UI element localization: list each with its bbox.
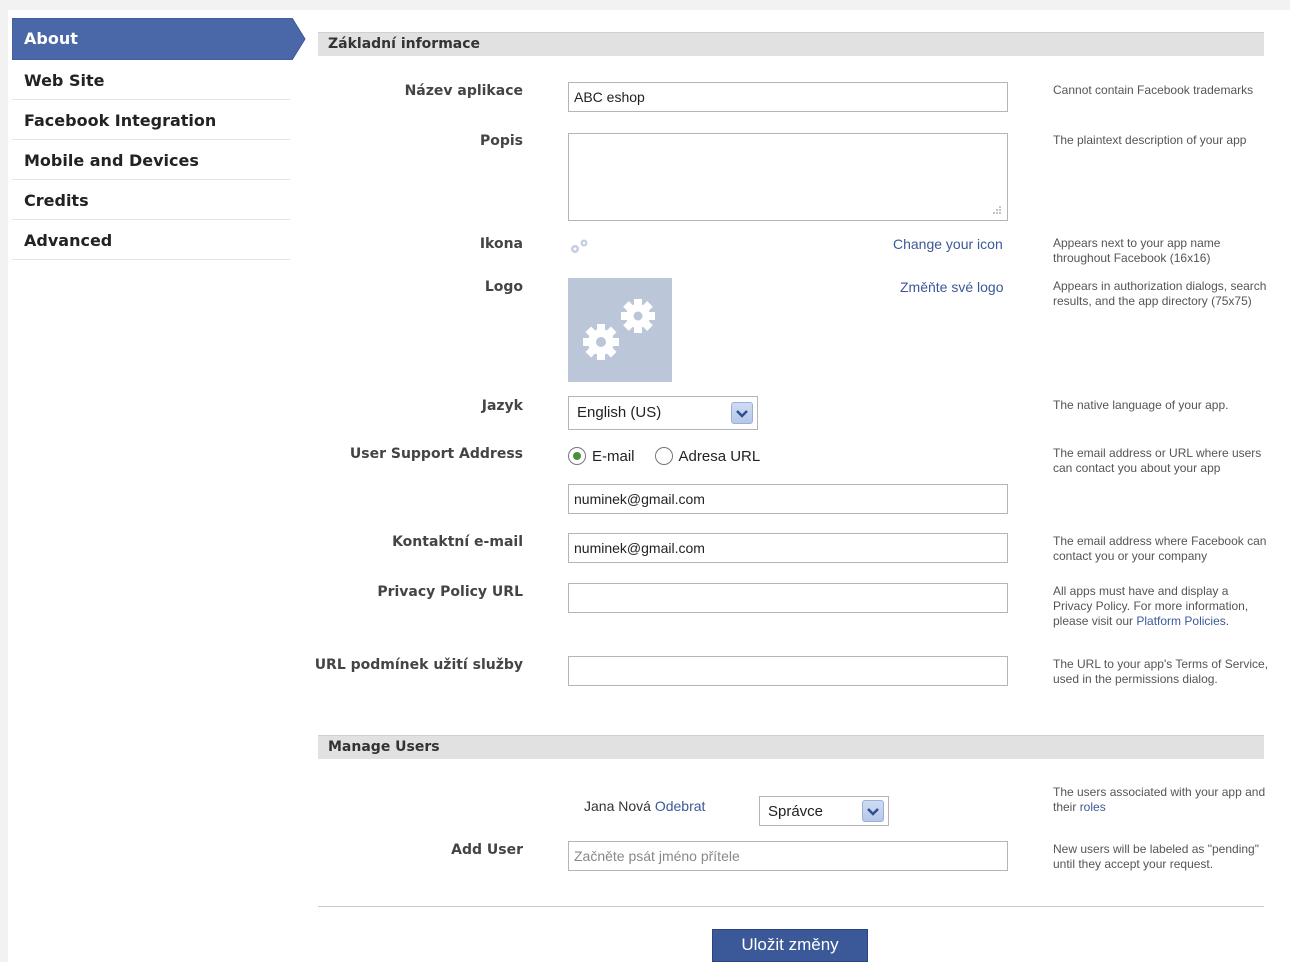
app-name-input[interactable]: ABC eshop <box>568 82 1008 112</box>
add-user-label: Add User <box>451 842 523 858</box>
sidebar-item-mobile-and-devices[interactable]: Mobile and Devices <box>12 140 290 180</box>
section-header-users: Manage Users <box>318 735 1264 759</box>
add-user-help: New users will be labeled as "pending" u… <box>1053 842 1259 871</box>
app-name-help: Cannot contain Facebook trademarks <box>1053 83 1254 97</box>
sidebar: About Web Site Facebook Integration Mobi… <box>12 18 306 260</box>
change-icon-link[interactable]: Change your icon <box>893 236 1003 252</box>
chevron-down-icon <box>731 402 753 424</box>
sidebar-item-credits[interactable]: Credits <box>12 180 290 220</box>
support-type-radio-group: E-mail Adresa URL <box>568 447 760 465</box>
sidebar-item-about[interactable]: About <box>12 18 306 60</box>
user-entry: Jana Nová Odebrat <box>584 798 705 814</box>
contact-email-label: Kontaktní e-mail <box>392 534 523 550</box>
icon-help: Appears next to your app name throughout… <box>1053 236 1221 265</box>
privacy-url-label: Privacy Policy URL <box>377 584 523 600</box>
language-label: Jazyk <box>481 398 523 414</box>
resize-grip-icon[interactable] <box>991 204 1001 214</box>
privacy-help: All apps must have and display a Privacy… <box>1053 584 1269 629</box>
change-logo-link[interactable]: Změňte své logo <box>900 279 1004 295</box>
support-email-input[interactable]: numinek@gmail.com <box>568 484 1008 514</box>
remove-user-link[interactable]: Odebrat <box>655 798 706 814</box>
language-select[interactable]: English (US) <box>568 396 758 430</box>
add-user-input[interactable]: Začněte psát jméno přítele <box>568 841 1008 871</box>
users-help: The users associated with your app and t… <box>1053 785 1269 815</box>
support-help: The email address or URL where users can… <box>1053 446 1262 475</box>
tos-url-label: URL podmínek užití služby <box>314 657 523 673</box>
sidebar-item-advanced[interactable]: Advanced <box>12 220 290 260</box>
description-textarea[interactable] <box>568 133 1008 221</box>
logo-label: Logo <box>484 279 523 295</box>
sidebar-item-facebook-integration[interactable]: Facebook Integration <box>12 100 290 140</box>
user-role-select[interactable]: Správce <box>759 796 889 826</box>
roles-link[interactable]: roles <box>1080 800 1106 814</box>
description-label: Popis <box>479 133 523 149</box>
save-changes-button[interactable]: Uložit změny <box>712 929 868 962</box>
language-value: English (US) <box>577 404 662 421</box>
section-header-basic: Základní informace <box>318 32 1264 56</box>
email-radio[interactable] <box>568 447 586 465</box>
gears-icon <box>583 299 655 360</box>
platform-policies-link[interactable]: Platform Policies <box>1136 614 1225 628</box>
tos-help: The URL to your app's Terms of Service, … <box>1053 657 1269 686</box>
divider <box>318 906 1264 907</box>
support-label: User Support Address <box>349 446 523 462</box>
privacy-url-input[interactable] <box>568 583 1008 613</box>
icon-label: Ikona <box>479 236 523 252</box>
email-radio-label: E-mail <box>592 447 635 465</box>
contact-email-help: The email address where Facebook can con… <box>1053 534 1267 563</box>
language-help: The native language of your app. <box>1053 398 1229 412</box>
user-name: Jana Nová <box>584 798 651 814</box>
chevron-down-icon <box>862 800 884 822</box>
privacy-help-suffix: . <box>1225 614 1230 628</box>
gears-icon <box>571 239 588 253</box>
url-radio-label: Adresa URL <box>678 447 761 465</box>
role-value: Správce <box>768 803 824 820</box>
logo-image <box>568 278 672 382</box>
sidebar-item-web-site[interactable]: Web Site <box>12 60 290 100</box>
logo-help: Appears in authorization dialogs, search… <box>1053 279 1267 308</box>
url-radio[interactable] <box>654 447 673 465</box>
app-name-label: Název aplikace <box>404 83 523 99</box>
sidebar-item-label: About <box>24 29 78 48</box>
description-help: The plaintext description of your app <box>1053 133 1247 147</box>
tos-url-input[interactable] <box>568 656 1008 686</box>
contact-email-input[interactable]: numinek@gmail.com <box>568 533 1008 563</box>
